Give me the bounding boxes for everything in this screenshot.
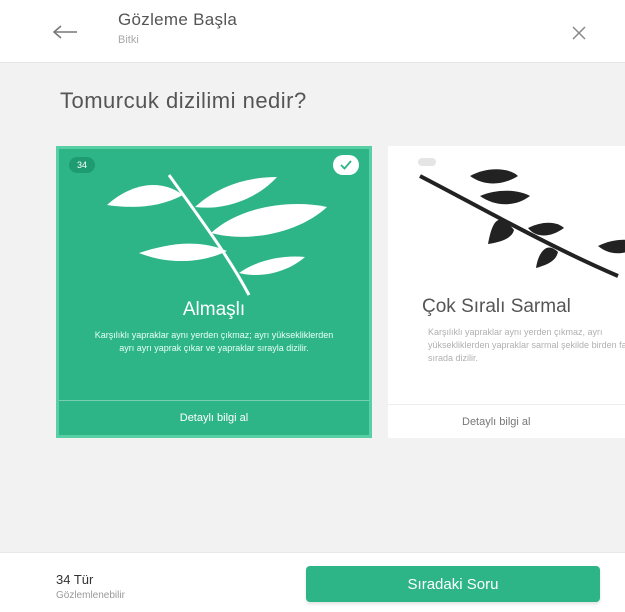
header-titles: Gözleme Başla Bitki [118,10,237,46]
score-value: 34 Tür [56,572,94,587]
count-badge: 34 [69,157,95,173]
top-bar: Gözleme Başla Bitki [0,0,625,63]
count-badge [418,158,436,166]
option-card-cok-sirali-sarmal[interactable]: Çok Sıralı Sarmal Karşılıklı yapraklar a… [388,146,625,438]
score-label: Gözlemlenebilir [56,590,125,601]
option-card-almasli[interactable]: 34 Almaşlı Karşılıklı yapraklar aynı yer… [56,146,372,438]
score-summary: 34 Tür Gözlemlenebilir [56,572,125,601]
card-title: Almaşlı [182,299,246,320]
details-link[interactable]: Detaylı bilgi al [388,404,625,438]
card-description: Karşılıklı yapraklar aynı yerden çıkmaz;… [94,330,334,353]
card-title: Çok Sıralı Sarmal [422,296,571,317]
details-link[interactable]: Detaylı bilgi al [59,400,369,435]
spiral-leaf-branch-icon [419,169,625,278]
close-button[interactable] [566,20,592,46]
card-description: Karşılıklı yapraklar aynı yerden çıkmaz,… [428,327,625,363]
next-question-button[interactable]: Sıradaki Soru [306,566,600,602]
arrow-left-icon [52,25,77,39]
page-title: Gözleme Başla [118,10,238,29]
back-button[interactable] [48,18,82,46]
question-text: Tomurcuk dizilimi nedir? [60,88,307,113]
alternate-leaf-branch-icon [107,174,327,296]
page-subtitle: Bitki [118,34,139,46]
close-icon [572,26,586,40]
